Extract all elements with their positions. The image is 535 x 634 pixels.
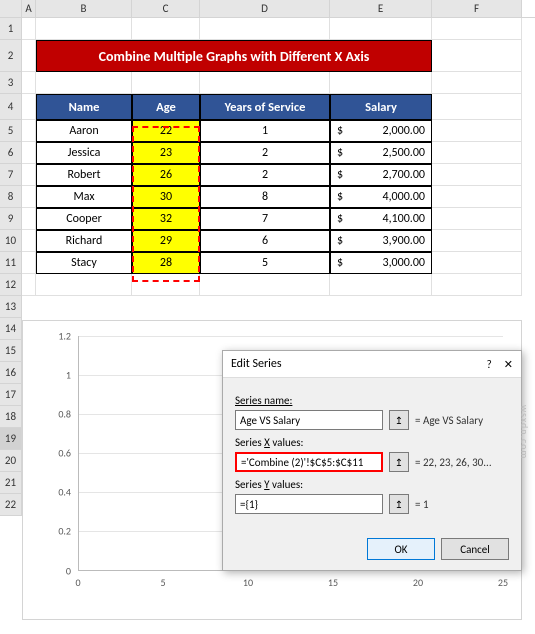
- y-tick: 0.6: [58, 447, 71, 460]
- cell-name[interactable]: Max: [36, 186, 132, 208]
- range-selector-icon[interactable]: ↥: [389, 410, 409, 430]
- row-header[interactable]: 10: [0, 230, 22, 252]
- cell-salary[interactable]: $2,500.00: [330, 142, 432, 164]
- y-tick: 0.8: [58, 408, 71, 421]
- cell-age[interactable]: 22: [132, 120, 200, 142]
- col-header[interactable]: B: [36, 0, 132, 17]
- row-header[interactable]: 11: [0, 252, 22, 274]
- cell-name[interactable]: Aaron: [36, 120, 132, 142]
- cell-age[interactable]: 26: [132, 164, 200, 186]
- col-header[interactable]: A: [22, 0, 36, 17]
- table-header-yos[interactable]: Years of Service: [200, 94, 330, 120]
- row-header[interactable]: 4: [0, 94, 22, 120]
- x-tick: 5: [160, 576, 165, 589]
- row-header[interactable]: 5: [0, 120, 22, 142]
- series-name-input[interactable]: [235, 410, 383, 430]
- cell-salary[interactable]: $3,900.00: [330, 230, 432, 252]
- row-header[interactable]: 13: [0, 296, 22, 318]
- row-header[interactable]: 6: [0, 142, 22, 164]
- series-y-input[interactable]: [235, 494, 383, 514]
- dialog-titlebar[interactable]: Edit Series ? ✕: [223, 351, 521, 378]
- y-tick: 1.2: [58, 330, 71, 343]
- row-header[interactable]: 16: [0, 362, 22, 384]
- x-tick: 25: [498, 576, 508, 589]
- row-header[interactable]: 15: [0, 340, 22, 362]
- row-header[interactable]: 9: [0, 208, 22, 230]
- y-tick: 0.4: [58, 486, 71, 499]
- dialog-title: Edit Series: [231, 357, 282, 371]
- row-header[interactable]: 21: [0, 472, 22, 494]
- cell-salary[interactable]: $4,100.00: [330, 208, 432, 230]
- edit-series-dialog: Edit Series ? ✕ Series name: ↥ = Age VS …: [222, 350, 522, 571]
- table-header-age[interactable]: Age: [132, 94, 200, 120]
- row-header[interactable]: 8: [0, 186, 22, 208]
- cell-age[interactable]: 32: [132, 208, 200, 230]
- row-header[interactable]: 17: [0, 384, 22, 406]
- table-header-name[interactable]: Name: [36, 94, 132, 120]
- cell-yos[interactable]: 7: [200, 208, 330, 230]
- x-tick: 0: [75, 576, 80, 589]
- row-header[interactable]: 12: [0, 274, 22, 296]
- row-header[interactable]: 7: [0, 164, 22, 186]
- cell-yos[interactable]: 8: [200, 186, 330, 208]
- row-header[interactable]: 2: [0, 40, 22, 72]
- col-header[interactable]: D: [200, 0, 330, 17]
- y-tick: 0: [66, 565, 71, 578]
- title-banner: Combine Multiple Graphs with Different X…: [36, 40, 432, 72]
- row-header[interactable]: 18: [0, 406, 22, 428]
- x-tick: 10: [243, 576, 253, 589]
- row-header[interactable]: 1: [0, 18, 22, 40]
- table-header-salary[interactable]: Salary: [330, 94, 432, 120]
- cell-age[interactable]: 30: [132, 186, 200, 208]
- cell-name[interactable]: Stacy: [36, 252, 132, 274]
- row-header[interactable]: 22: [0, 494, 22, 516]
- cell-name[interactable]: Robert: [36, 164, 132, 186]
- cell-yos[interactable]: 1: [200, 120, 330, 142]
- cell-name[interactable]: Jessica: [36, 142, 132, 164]
- cell-name[interactable]: Cooper: [36, 208, 132, 230]
- y-tick: 1: [66, 369, 71, 382]
- row-header[interactable]: 14: [0, 318, 22, 340]
- series-y-preview: = 1: [415, 498, 429, 511]
- series-x-label: Series X values:: [235, 436, 509, 449]
- help-icon[interactable]: ?: [487, 358, 492, 371]
- col-header[interactable]: F: [432, 0, 522, 17]
- x-tick: 20: [413, 576, 423, 589]
- row-header[interactable]: 20: [0, 450, 22, 472]
- close-icon[interactable]: ✕: [504, 358, 513, 371]
- cell-yos[interactable]: 6: [200, 230, 330, 252]
- cell-salary[interactable]: $2,000.00: [330, 120, 432, 142]
- cell-age[interactable]: 29: [132, 230, 200, 252]
- series-x-input[interactable]: [235, 452, 383, 472]
- cell-salary[interactable]: $3,000.00: [330, 252, 432, 274]
- watermark: wsxdn.com: [518, 405, 531, 459]
- row-header[interactable]: 3: [0, 72, 22, 94]
- cancel-button[interactable]: Cancel: [441, 538, 509, 560]
- cell-age[interactable]: 23: [132, 142, 200, 164]
- y-tick: 0.2: [58, 525, 71, 538]
- cell-yos[interactable]: 2: [200, 142, 330, 164]
- range-selector-icon[interactable]: ↥: [389, 494, 409, 514]
- series-name-preview: = Age VS Salary: [415, 414, 483, 427]
- cell-yos[interactable]: 5: [200, 252, 330, 274]
- series-name-label: Series name:: [235, 394, 509, 407]
- cell-age[interactable]: 28: [132, 252, 200, 274]
- cell-salary[interactable]: $4,000.00: [330, 186, 432, 208]
- row-header[interactable]: 19: [0, 428, 22, 450]
- x-tick: 15: [328, 576, 338, 589]
- cell-name[interactable]: Richard: [36, 230, 132, 252]
- col-header[interactable]: C: [132, 0, 200, 17]
- ok-button[interactable]: OK: [367, 538, 435, 560]
- col-header[interactable]: E: [330, 0, 432, 17]
- series-x-preview: = 22, 23, 26, 30...: [415, 456, 492, 469]
- cell-yos[interactable]: 2: [200, 164, 330, 186]
- range-selector-icon[interactable]: ↥: [389, 452, 409, 472]
- series-y-label: Series Y values:: [235, 478, 509, 491]
- cell-salary[interactable]: $2,700.00: [330, 164, 432, 186]
